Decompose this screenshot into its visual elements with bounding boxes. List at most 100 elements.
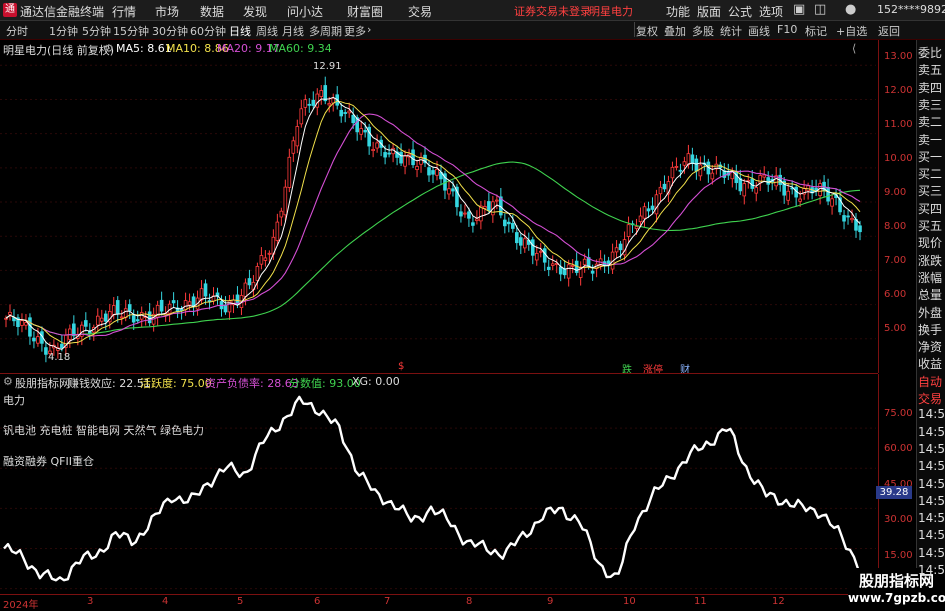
side-panel-item[interactable]: 净资 — [918, 338, 945, 355]
side-panel-item[interactable]: 买三 — [918, 182, 945, 199]
adjust-button[interactable]: 复权 — [636, 23, 658, 39]
tab-1min[interactable]: 1分钟 — [49, 23, 78, 39]
candle-body — [351, 114, 355, 124]
time-tick-6: 6 — [314, 596, 321, 607]
side-panel-item[interactable]: 外盘 — [918, 304, 945, 321]
side-panel-item[interactable]: 卖二 — [918, 113, 945, 130]
tab-multi-period[interactable]: 多周期 — [309, 23, 342, 39]
side-panel-item[interactable]: 14:56 — [918, 528, 945, 545]
overlay-button[interactable]: 叠加 — [664, 23, 686, 39]
app-window-icon[interactable]: ▣ — [793, 2, 805, 17]
candle-body — [371, 149, 375, 152]
indicator-gear-icon[interactable]: ⚙ — [3, 375, 13, 388]
side-panel-item[interactable]: 自动 — [918, 373, 945, 390]
candle-body — [267, 252, 272, 255]
more-chevron-icon[interactable]: › — [367, 23, 371, 36]
side-panel-item[interactable]: 14:56 — [918, 494, 945, 511]
tab-5min[interactable]: 5分钟 — [82, 23, 111, 39]
side-panel-item[interactable]: 14:56 — [918, 459, 945, 476]
menu-data[interactable]: 数据 — [200, 3, 224, 20]
ma5-label: MA5: 8.61 — [116, 42, 172, 55]
indicator-chart[interactable] — [0, 388, 878, 594]
share-icon[interactable]: ⟨ — [852, 42, 856, 55]
candle-body — [754, 187, 759, 194]
dividend-marker[interactable]: $ — [398, 361, 404, 372]
side-panel-item[interactable]: 买一 — [918, 148, 945, 165]
candle-body — [698, 164, 703, 177]
tab-daily[interactable]: 日线 — [229, 23, 251, 39]
watermark-url: www.7gpzb.com — [848, 591, 945, 605]
price-tick-11: 11.00 — [884, 119, 913, 130]
app-folder-icon[interactable]: ◫ — [814, 2, 826, 17]
menu-ask[interactable]: 问小达 — [287, 3, 323, 20]
candle-body — [694, 158, 699, 172]
candle-body — [786, 190, 790, 201]
multi-stock-button[interactable]: 多股 — [692, 23, 714, 39]
menu-trade[interactable]: 交易 — [408, 3, 432, 20]
candle-body — [135, 319, 140, 322]
tab-weekly[interactable]: 周线 — [256, 23, 278, 39]
candle-body — [319, 90, 324, 97]
side-panel-item[interactable]: 14:56 — [918, 442, 945, 459]
time-tick-11: 11 — [694, 596, 707, 607]
candle-body — [387, 152, 391, 155]
menu-formula[interactable]: 公式 — [728, 3, 752, 20]
side-panel-item[interactable]: 收益 — [918, 355, 945, 372]
side-panel-item[interactable]: 卖四 — [918, 79, 945, 96]
f10-button[interactable]: F10 — [777, 23, 797, 36]
menu-market[interactable]: 市场 — [155, 3, 179, 20]
kline-chart[interactable]: 12.91 4.18 — [0, 55, 878, 373]
time-axis-line — [0, 594, 878, 595]
side-panel-item[interactable]: 委比 — [918, 44, 945, 61]
side-panel-item[interactable]: 涨幅 — [918, 269, 945, 286]
tab-monthly[interactable]: 月线 — [282, 23, 304, 39]
side-panel-item[interactable]: 14:56 — [918, 563, 945, 580]
trade-login-warning[interactable]: 证券交易未登录 — [514, 3, 591, 19]
side-panel-item[interactable]: 卖一 — [918, 131, 945, 148]
side-panel-item[interactable]: 14:56 — [918, 511, 945, 528]
stats-button[interactable]: 统计 — [720, 23, 742, 39]
side-panel-item[interactable]: 涨跌 — [918, 252, 945, 269]
menu-discover[interactable]: 发现 — [243, 3, 267, 20]
side-panel-item[interactable]: 卖三 — [918, 96, 945, 113]
side-panel-item[interactable]: 卖五 — [918, 61, 945, 78]
menu-layout[interactable]: 版面 — [697, 3, 721, 20]
menu-options[interactable]: 选项 — [759, 3, 783, 20]
side-panel-item[interactable]: 买四 — [918, 200, 945, 217]
tab-60min[interactable]: 60分钟 — [190, 23, 226, 39]
menu-function[interactable]: 功能 — [666, 3, 690, 20]
candle-body — [826, 187, 830, 202]
user-avatar-icon[interactable]: ● — [845, 2, 856, 17]
user-account[interactable]: 152****9892 — [877, 3, 945, 16]
tab-15min[interactable]: 15分钟 — [113, 23, 149, 39]
candle-body — [103, 313, 108, 322]
side-panel-item[interactable]: 买五 — [918, 217, 945, 234]
back-button[interactable]: 返回 — [878, 23, 900, 39]
price-tick-9: 9.00 — [884, 187, 907, 198]
candle-body — [311, 99, 316, 106]
tab-more[interactable]: 更多 — [344, 23, 366, 39]
draw-line-button[interactable]: 画线 — [748, 23, 770, 39]
side-panel-item[interactable]: 14:56 — [918, 425, 945, 442]
menu-quotes[interactable]: 行情 — [112, 3, 136, 20]
side-panel-item[interactable]: 14:56 — [918, 546, 945, 563]
side-panel-item[interactable]: 换手 — [918, 321, 945, 338]
menu-wealth[interactable]: 财富圈 — [347, 3, 383, 20]
candle-body — [522, 238, 527, 249]
side-panel-item[interactable]: 现价 — [918, 234, 945, 251]
candle-body — [515, 232, 519, 244]
tab-intraday[interactable]: 分时 — [6, 23, 28, 39]
side-panel-item[interactable]: 总量 — [918, 286, 945, 303]
mark-button[interactable]: 标记 — [805, 23, 827, 39]
candle-body — [530, 239, 535, 256]
time-tick-8: 8 — [466, 596, 473, 607]
side-panel-item[interactable]: 14:56 — [918, 407, 945, 424]
add-watchlist-button[interactable]: +自选 — [836, 23, 867, 39]
settings-gear-icon[interactable]: ⚙ — [104, 42, 114, 55]
side-panel-item[interactable]: 14:56 — [918, 477, 945, 494]
side-panel-item[interactable]: 买二 — [918, 165, 945, 182]
candle-body — [762, 174, 767, 178]
candle-body — [558, 266, 563, 275]
side-panel-item[interactable]: 交易 — [918, 390, 945, 407]
tab-30min[interactable]: 30分钟 — [152, 23, 188, 39]
